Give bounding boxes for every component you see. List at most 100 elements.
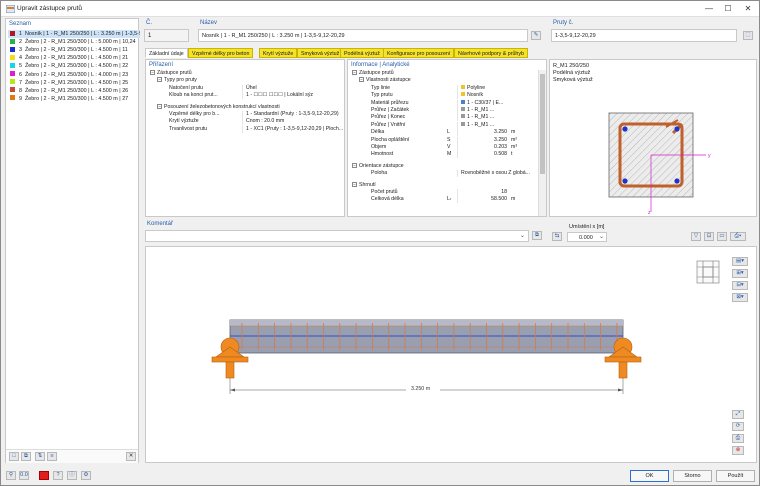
window-title: Upravit zástupce prutů: [17, 5, 83, 12]
row-separator: [457, 136, 458, 144]
property-value[interactable]: 1 - R_M1 ...: [461, 114, 494, 121]
maximize-button[interactable]: ☐: [721, 3, 735, 15]
list-item[interactable]: 1 Nosník | 1 - R_M1 250/250 | L : 3.250 m…: [8, 30, 140, 38]
list-item[interactable]: 6 Žebro | 2 - R_M1 250/300 | L : 4.000 m …: [8, 71, 140, 79]
name-field[interactable]: Nosník | 1 - R_M1 250/250 | L : 3.250 m …: [198, 29, 528, 42]
tab-7[interactable]: Návrhové podpory & průhyb: [454, 48, 528, 58]
collapse-icon[interactable]: −: [352, 70, 357, 75]
property-value[interactable]: 0.203: [494, 144, 507, 151]
tab-6[interactable]: Konfigurace pro posouzení: [383, 48, 455, 58]
color-icon[interactable]: [39, 471, 49, 480]
property-value[interactable]: 18: [501, 189, 507, 196]
help-icon[interactable]: ?: [53, 471, 63, 480]
group-label: Vlastnosti zástupce: [366, 77, 411, 84]
property-value[interactable]: Cnom : 20.0 mm: [246, 118, 284, 125]
view-options-icon[interactable]: ⊡: [704, 232, 714, 241]
property-row: Celková délka Lₜ 58.500 m: [348, 196, 538, 204]
tab-4[interactable]: Smyková výztuž: [297, 48, 344, 58]
collapse-icon[interactable]: −: [359, 77, 364, 83]
collapse-icon[interactable]: −: [157, 103, 162, 109]
property-value[interactable]: 3.250: [494, 137, 507, 144]
collapse-icon[interactable]: −: [352, 181, 357, 187]
dimension-settings-icon[interactable]: ⊞▾: [732, 269, 748, 278]
delete-icon[interactable]: ✕: [126, 452, 136, 461]
row-separator: [457, 189, 458, 196]
property-value[interactable]: 1 - R_M1 ...: [461, 121, 494, 129]
list-item[interactable]: 5 Žebro | 2 - R_M1 250/300 | L : 4.500 m …: [8, 62, 140, 70]
copy-item-icon[interactable]: ⧉: [21, 452, 31, 461]
property-row: Typ linie Polyline: [348, 84, 538, 92]
list-item[interactable]: 9 Žebro | 2 - R_M1 250/300 | L : 4.500 m …: [8, 95, 140, 103]
settings-icon[interactable]: ⚙: [81, 471, 91, 480]
property-value[interactable]: Rovnoběžné s osou Z globá...: [461, 170, 530, 177]
property-value[interactable]: 58.500: [491, 196, 507, 203]
collapse-icon[interactable]: −: [157, 77, 162, 83]
list-item[interactable]: 8 Žebro | 2 - R_M1 250/300 | L : 4.500 m …: [8, 87, 140, 95]
sort-icon[interactable]: ≡: [47, 452, 57, 461]
list-item[interactable]: 2 Žebro | 2 - R_M1 250/300 | L : 5.000 m …: [8, 38, 140, 46]
info-icon[interactable]: ⓘ: [67, 471, 77, 480]
property-value[interactable]: Polyline: [461, 84, 485, 92]
property-value[interactable]: Nosník: [461, 92, 483, 99]
display-icon[interactable]: ▭: [717, 232, 727, 241]
print-view-icon[interactable]: ⎙: [732, 434, 744, 443]
tab-5[interactable]: Podélná výztuž: [340, 48, 384, 58]
select-members-icon[interactable]: ⬚: [743, 31, 753, 40]
view-settings-icon[interactable]: ▤▾: [732, 257, 748, 266]
tab-2[interactable]: Vzpěrné délky pro beton: [188, 48, 254, 58]
property-row: − Zástupce prutů: [146, 70, 336, 77]
group-label: Zástupce prutů: [359, 70, 394, 76]
property-value[interactable]: 1 - C30/37 | E...: [461, 99, 503, 107]
property-value[interactable]: 1 - ☐☐☐ ☐☐☐ | Lokální sýz: [246, 92, 313, 99]
list-item-number: 7: [19, 79, 22, 86]
tab-1[interactable]: Základní údaje: [145, 48, 188, 58]
apply-button[interactable]: Použít: [716, 470, 755, 482]
close-button[interactable]: ✕: [741, 3, 755, 15]
property-value[interactable]: 1 - R_M1 ...: [461, 107, 494, 114]
list-item[interactable]: 3 Žebro | 2 - R_M1 250/300 | L : 4.500 m …: [8, 46, 140, 54]
search-icon[interactable]: ⚲: [6, 471, 16, 480]
filter-icon[interactable]: ▽: [691, 232, 701, 241]
beam-length-label: 3.250 m: [411, 386, 431, 392]
reset-view-icon[interactable]: ⊗: [732, 446, 744, 455]
property-value[interactable]: 0.508: [494, 151, 507, 158]
row-separator: [457, 151, 458, 159]
location-dropdown-icon[interactable]: ⌄: [599, 233, 604, 240]
assignment-panel: Přiřazení − Zástupce prutů − Typy pro pruty…: [145, 59, 345, 217]
collapse-icon[interactable]: −: [150, 70, 155, 75]
list-item[interactable]: 4 Žebro | 2 - R_M1 250/300 | L : 4.500 m …: [8, 54, 140, 62]
collapse-icon[interactable]: −: [352, 162, 357, 168]
minimize-button[interactable]: —: [702, 3, 716, 15]
axis-settings-icon[interactable]: ⊠▾: [732, 293, 748, 302]
location-icon[interactable]: ⇆: [552, 232, 562, 241]
zoom-fit-icon[interactable]: ⤢: [732, 410, 744, 419]
property-key: Materiál průřezu: [371, 99, 409, 106]
info-scrollbar[interactable]: [538, 70, 546, 216]
property-value-text: Rovnoběžné s osou Z globá...: [461, 170, 530, 177]
display-settings-icon[interactable]: ⊟▾: [732, 281, 748, 290]
property-value[interactable]: 1 - Standardní (Pruty : 1-3,5-9,12-20,29…: [246, 111, 339, 118]
edit-name-icon[interactable]: ✎: [531, 31, 541, 40]
members-label: Pruty č.: [553, 20, 574, 26]
location-select[interactable]: 0.000 ⌄: [567, 232, 607, 242]
members-field[interactable]: 1-3,5-9,12-20,29: [551, 29, 737, 42]
cancel-button[interactable]: Storno: [673, 470, 712, 482]
print-icon[interactable]: ⎙▾: [730, 232, 746, 241]
color-swatch: [10, 71, 15, 76]
renumber-icon[interactable]: ⇅: [35, 452, 45, 461]
list-header: Seznam: [9, 21, 32, 27]
new-item-icon[interactable]: □: [9, 452, 19, 461]
row-separator: [242, 92, 243, 100]
property-value[interactable]: 1 - XC1 (Pruty : 1-3,5-9,12-20,29 | Ploc…: [246, 126, 343, 133]
comment-insert-icon[interactable]: ⧉: [532, 231, 542, 240]
list-item[interactable]: 7 Žebro | 2 - R_M1 250/300 | L : 4.500 m …: [8, 79, 140, 87]
comment-field[interactable]: ⌄: [145, 230, 529, 242]
comment-dropdown-icon[interactable]: ⌄: [520, 232, 525, 239]
property-value[interactable]: Úhel: [246, 85, 257, 92]
tab-3[interactable]: Krytí výztuže: [259, 48, 298, 58]
property-value[interactable]: 3.250: [494, 129, 507, 136]
rotate-icon[interactable]: ⟳: [732, 422, 744, 431]
info-scroll-thumb[interactable]: [540, 74, 545, 174]
ok-button[interactable]: OK: [630, 470, 669, 482]
units-icon[interactable]: 0.0: [19, 471, 29, 480]
